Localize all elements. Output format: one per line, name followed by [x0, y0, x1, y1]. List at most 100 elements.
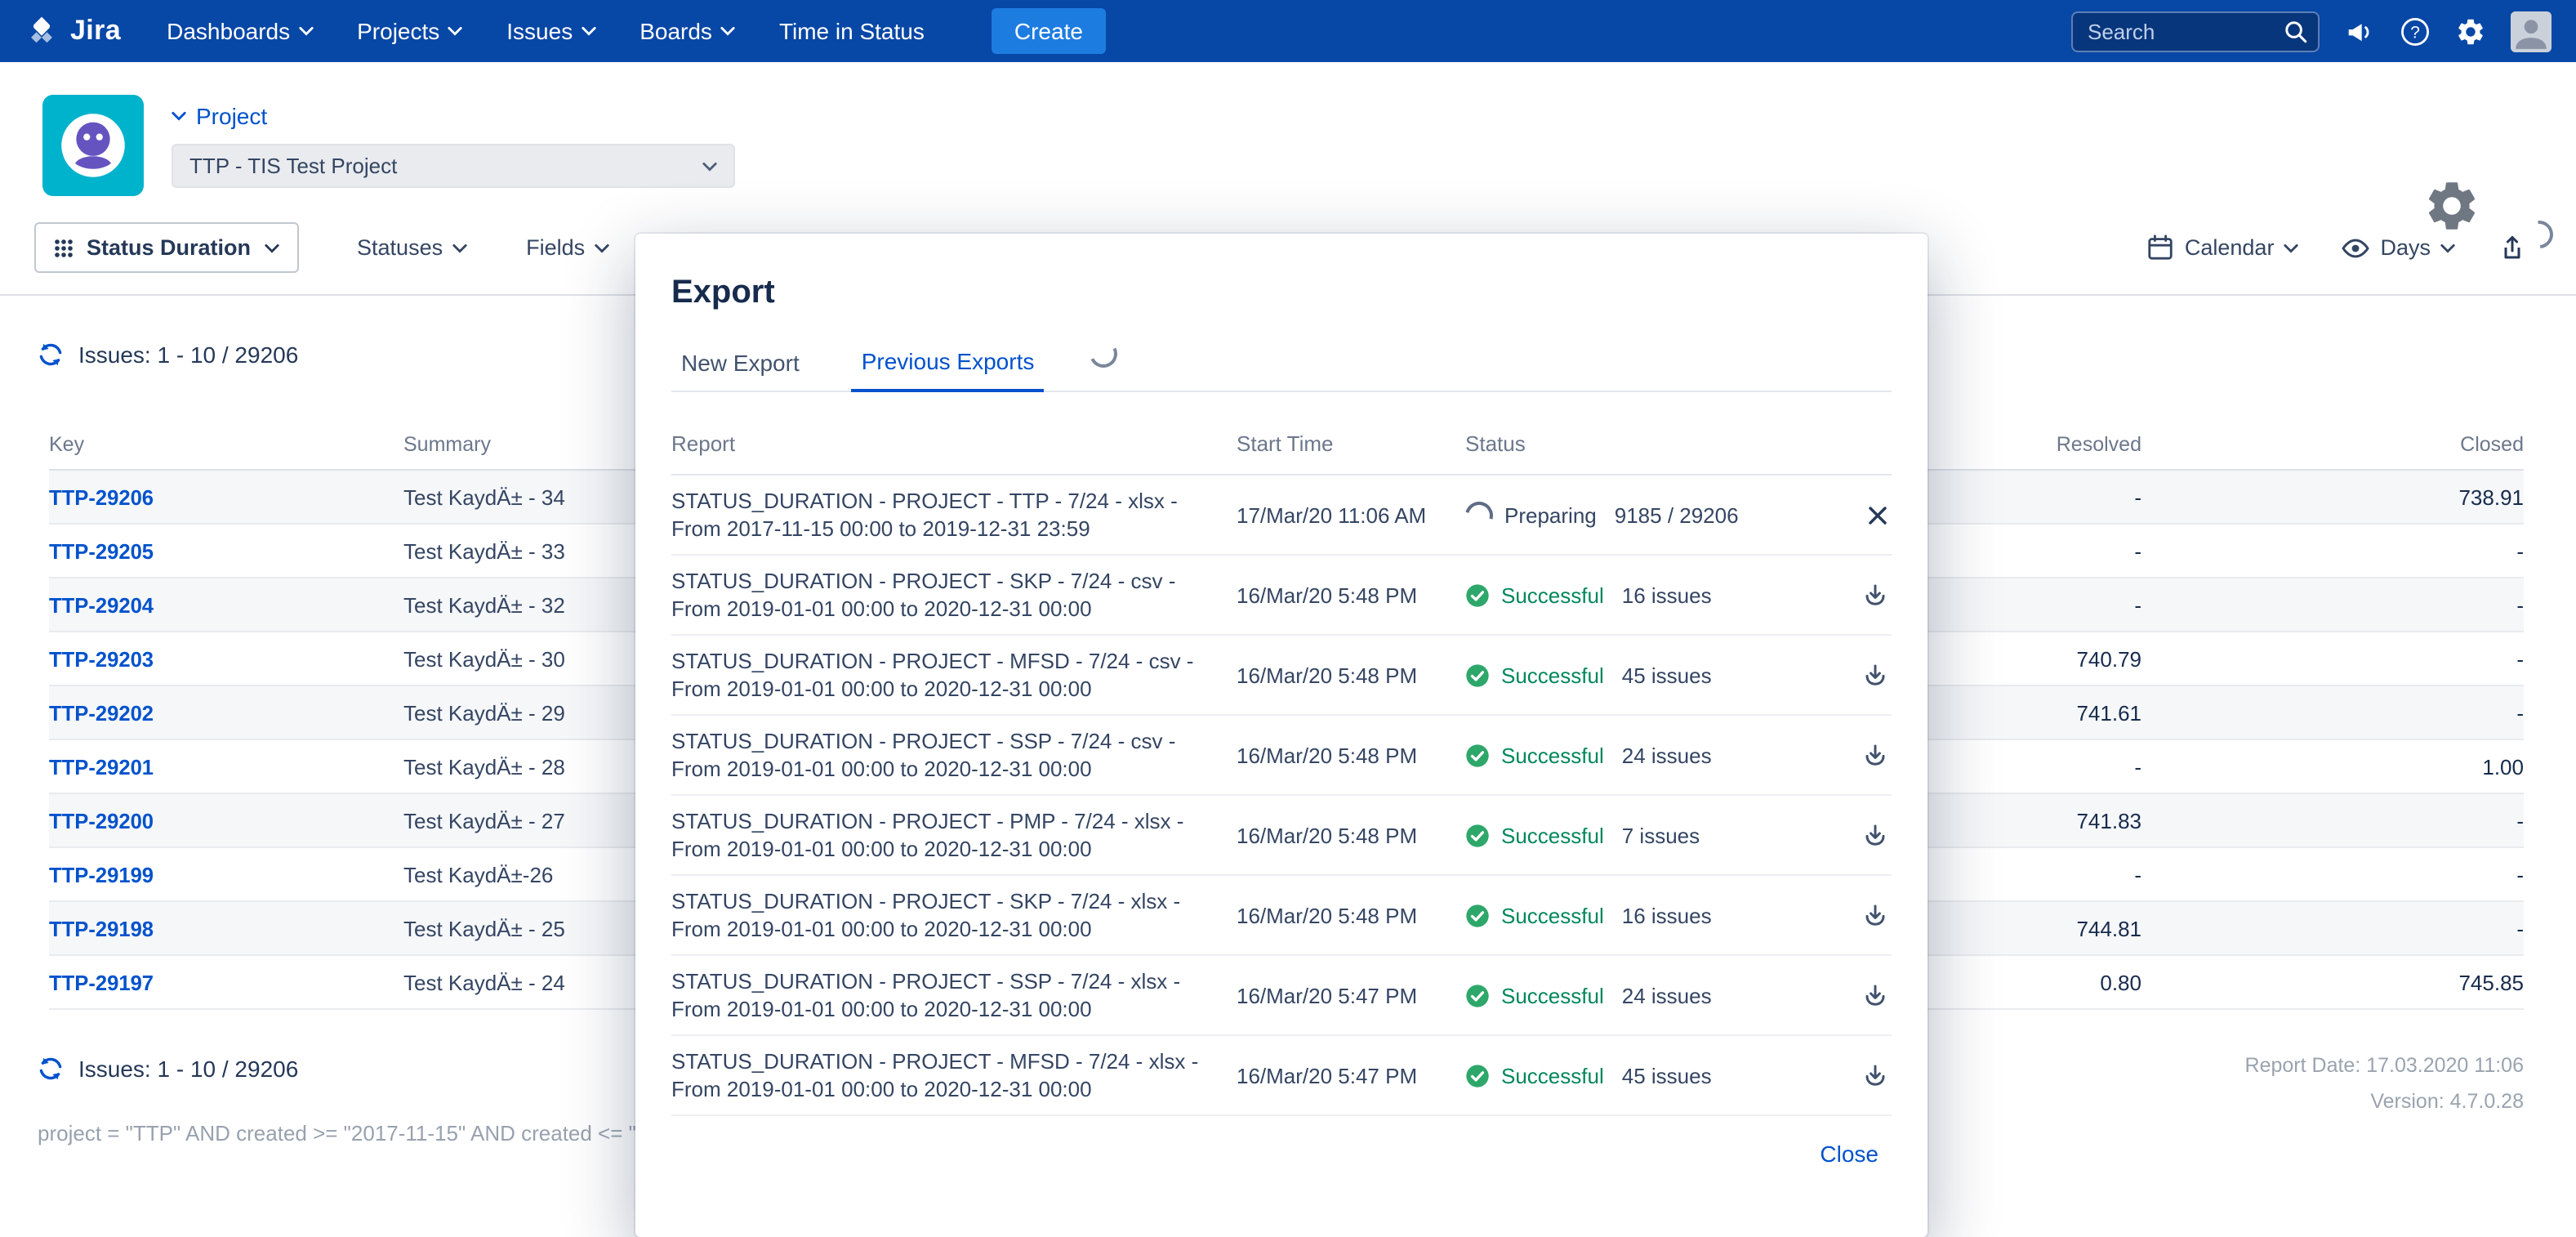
search-icon[interactable]	[2284, 19, 2308, 43]
download-export-button[interactable]	[1859, 1059, 1892, 1092]
export-report-range: From 2019-01-01 00:00 to 2020-12-31 00:0…	[671, 755, 1237, 783]
download-export-button[interactable]	[1859, 659, 1892, 691]
export-report-name: STATUS_DURATION - PROJECT - PMP - 7/24 -…	[671, 807, 1237, 835]
issue-key-link[interactable]: TTP-29200	[49, 808, 154, 833]
success-icon	[1465, 903, 1490, 927]
help-icon[interactable]: ?	[2400, 16, 2431, 47]
closed-value: -	[2141, 538, 2524, 563]
brand-name: Jira	[70, 15, 121, 47]
modal-tabs: New Export Previous Exports	[671, 340, 1892, 392]
export-status-detail: 45 issues	[1622, 1063, 1712, 1087]
issue-key-link[interactable]: TTP-29205	[49, 538, 154, 563]
tab-previous-exports[interactable]: Previous Exports	[852, 346, 1045, 392]
download-export-button[interactable]	[1859, 819, 1892, 851]
search-box	[2071, 11, 2320, 51]
refresh-button[interactable]	[38, 1056, 64, 1082]
export-report-name: STATUS_DURATION - PROJECT - TTP - 7/24 -…	[671, 487, 1237, 515]
export-row: STATUS_DURATION - PROJECT - TTP - 7/24 -…	[671, 476, 1892, 556]
modal-footer: Close	[671, 1141, 1892, 1170]
issue-key-link[interactable]: TTP-29197	[49, 970, 154, 994]
export-status-label: Successful	[1501, 903, 1604, 927]
calendar-icon	[2147, 234, 2175, 261]
success-icon	[1465, 983, 1490, 1007]
export-report-range: From 2019-01-01 00:00 to 2020-12-31 00:0…	[671, 835, 1237, 863]
eye-icon	[2341, 233, 2370, 262]
success-icon	[1465, 663, 1490, 687]
closed-value: 745.85	[2141, 970, 2524, 994]
closed-value: -	[2141, 592, 2524, 617]
export-button[interactable]	[2498, 233, 2527, 262]
success-icon	[1465, 583, 1490, 607]
fields-dropdown[interactable]: Fields	[526, 235, 609, 260]
refresh-icon	[38, 342, 64, 368]
jira-brand[interactable]: Jira	[25, 14, 121, 48]
statuses-dropdown[interactable]: Statuses	[357, 235, 467, 260]
export-start-time: 16/Mar/20 5:47 PM	[1237, 1063, 1465, 1087]
export-report-name: STATUS_DURATION - PROJECT - SKP - 7/24 -…	[671, 887, 1237, 915]
chevron-down-icon	[702, 161, 717, 171]
plugin-version: Version: 4.7.0.28	[2245, 1083, 2524, 1119]
user-avatar[interactable]	[2511, 11, 2551, 51]
nav-item-dashboards[interactable]: Dashboards	[167, 18, 313, 44]
download-icon	[1862, 902, 1888, 928]
download-export-button[interactable]	[1859, 578, 1892, 611]
closed-value: -	[2141, 916, 2524, 940]
top-nav: Jira Dashboards Projects Issues Boards T…	[0, 0, 2576, 62]
export-report-range: From 2017-11-15 00:00 to 2019-12-31 23:5…	[671, 515, 1237, 543]
grid-icon	[54, 238, 74, 257]
export-start-time: 16/Mar/20 5:48 PM	[1237, 663, 1465, 687]
app-window: Jira Dashboards Projects Issues Boards T…	[0, 0, 2576, 1226]
export-start-time: 16/Mar/20 5:48 PM	[1237, 743, 1465, 767]
project-meta: Project TTP - TIS Test Project	[172, 95, 735, 188]
issue-key-link[interactable]: TTP-29199	[49, 862, 154, 886]
calendar-dropdown[interactable]: Calendar	[2147, 234, 2299, 261]
nav-item-label: Dashboards	[167, 18, 290, 44]
nav-item-boards[interactable]: Boards	[640, 18, 735, 44]
nav-item-projects[interactable]: Projects	[357, 18, 462, 44]
column-header-report: Report	[671, 431, 1237, 456]
cancel-export-button[interactable]	[1864, 501, 1892, 529]
issue-key-link[interactable]: TTP-29201	[49, 754, 154, 779]
search-input[interactable]	[2071, 11, 2320, 51]
closed-value: -	[2141, 808, 2524, 833]
issue-key-link[interactable]: TTP-29206	[49, 485, 154, 509]
issue-key-link[interactable]: TTP-29202	[49, 700, 154, 725]
issue-key-link[interactable]: TTP-29198	[49, 916, 154, 940]
gear-icon[interactable]	[2455, 16, 2486, 47]
toolbar-right-cluster: Calendar Days	[2147, 233, 2527, 262]
nav-item-issues[interactable]: Issues	[506, 18, 595, 44]
export-report-range: From 2019-01-01 00:00 to 2020-12-31 00:0…	[671, 995, 1237, 1023]
download-export-button[interactable]	[1859, 979, 1892, 1011]
tab-new-export[interactable]: New Export	[671, 348, 809, 391]
nav-right-cluster: ?	[2071, 11, 2551, 51]
project-breadcrumb[interactable]: Project	[172, 103, 735, 129]
closed-value: -	[2141, 646, 2524, 671]
refresh-icon	[38, 1056, 64, 1082]
export-report-range: From 2019-01-01 00:00 to 2020-12-31 00:0…	[671, 595, 1237, 623]
project-select[interactable]: TTP - TIS Test Project	[172, 144, 735, 188]
megaphone-icon[interactable]	[2344, 16, 2375, 47]
nav-item-time-in-status[interactable]: Time in Status	[779, 18, 925, 44]
jira-logo-icon	[25, 14, 59, 48]
report-type-button[interactable]: Status Duration	[34, 222, 298, 273]
avatar-placeholder-icon	[2511, 11, 2551, 51]
download-icon	[1862, 662, 1888, 688]
download-export-button[interactable]	[1859, 899, 1892, 931]
modal-title: Export	[671, 275, 1892, 312]
refresh-button[interactable]	[38, 342, 64, 368]
nav-item-label: Boards	[640, 18, 712, 44]
export-row: STATUS_DURATION - PROJECT - MFSD - 7/24 …	[671, 1036, 1892, 1116]
create-button[interactable]: Create	[992, 8, 1106, 54]
download-export-button[interactable]	[1859, 739, 1892, 771]
issue-key-link[interactable]: TTP-29204	[49, 592, 154, 617]
chevron-down-icon	[581, 26, 595, 36]
issue-key-link[interactable]: TTP-29203	[49, 646, 154, 671]
project-avatar[interactable]	[42, 95, 144, 196]
report-type-label: Status Duration	[87, 235, 251, 260]
export-status-label: Successful	[1501, 1063, 1604, 1087]
close-modal-link[interactable]: Close	[1820, 1141, 1879, 1167]
days-label: Days	[2380, 235, 2431, 260]
export-report-name: STATUS_DURATION - PROJECT - SSP - 7/24 -…	[671, 967, 1237, 995]
days-dropdown[interactable]: Days	[2341, 233, 2455, 262]
export-start-time: 17/Mar/20 11:06 AM	[1237, 502, 1465, 527]
